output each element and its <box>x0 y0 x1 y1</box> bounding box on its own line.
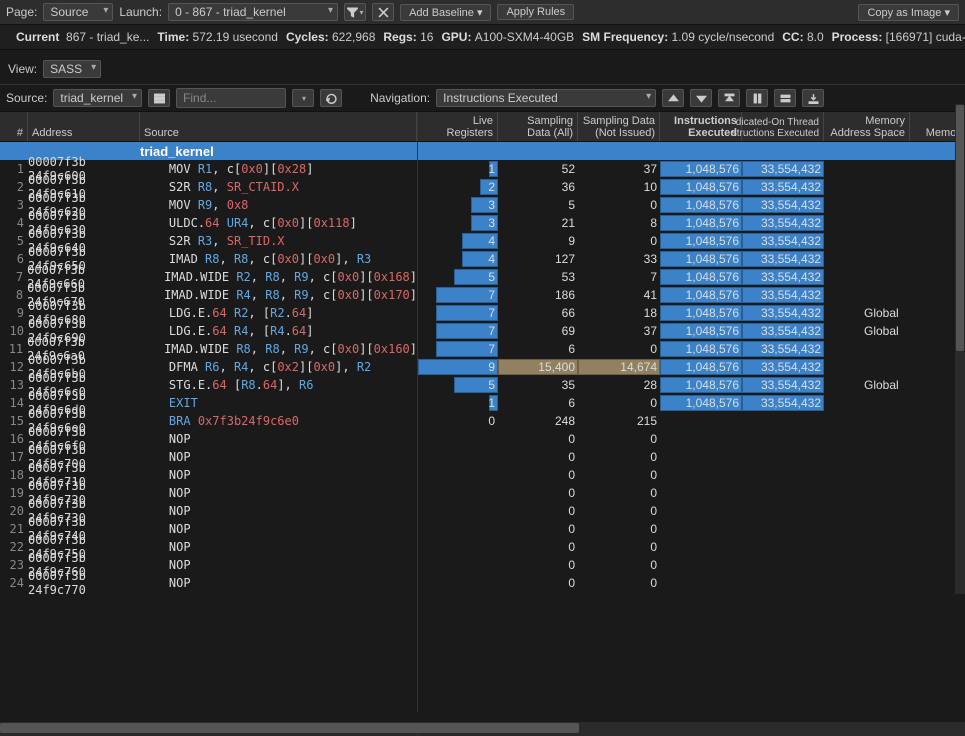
page-dropdown[interactable]: Source <box>43 3 113 21</box>
view-mode-icon[interactable] <box>148 89 170 107</box>
source-row[interactable]: 2400007f3b 24f9c770 NOP <box>0 574 417 592</box>
nav-top-icon[interactable] <box>718 89 740 107</box>
nav-up-icon[interactable] <box>662 89 684 107</box>
metric-row: 32181,048,57633,554,432 <box>418 214 965 232</box>
source-bar: Source: triad_kernel Find... Navigation:… <box>0 85 965 112</box>
metric-row: 00 <box>418 520 965 538</box>
apply-rules-button[interactable]: Apply Rules <box>497 4 574 20</box>
filter-icon[interactable] <box>344 3 366 21</box>
source-label: Source: <box>6 91 47 105</box>
metric-row: 3501,048,57633,554,432 <box>418 196 965 214</box>
nav-dropdown[interactable]: Instructions Executed <box>436 89 656 107</box>
metric-row: 152371,048,57633,554,432 <box>418 160 965 178</box>
nav-label: Navigation: <box>370 91 430 105</box>
nav-down-icon[interactable] <box>690 89 712 107</box>
metric-rows: 152371,048,57633,554,432236101,048,57633… <box>418 160 965 592</box>
source-pane: # Address Source triad_kernel 100007f3b … <box>0 112 418 712</box>
source-dropdown[interactable]: triad_kernel <box>53 89 142 107</box>
metric-row: 00 <box>418 538 965 556</box>
col-pred[interactable]: dicated-On Thread structions Executed <box>742 112 824 141</box>
metric-row: 7186411,048,57633,554,432 <box>418 286 965 304</box>
clear-filter-icon[interactable] <box>372 3 394 21</box>
metric-row: 1601,048,57633,554,432 <box>418 394 965 412</box>
col-live[interactable]: Live Registers <box>418 112 498 141</box>
source-rows: 100007f3b 24f9c600 MOV R1, c[0x0][0x28]2… <box>0 160 417 592</box>
metric-row: 00 <box>418 448 965 466</box>
metric-row: 236101,048,57633,554,432 <box>418 178 965 196</box>
nav-opt2-icon[interactable] <box>774 89 796 107</box>
metric-row: 0248215 <box>418 412 965 430</box>
find-options-icon[interactable] <box>292 89 314 107</box>
metric-row: 00 <box>418 484 965 502</box>
find-sync-icon[interactable] <box>320 89 342 107</box>
col-source[interactable]: Source <box>140 112 417 141</box>
metric-row: 55371,048,57633,554,432 <box>418 268 965 286</box>
hscroll-right[interactable]: ◂▸ <box>418 722 965 736</box>
copy-as-image-button[interactable]: Copy as Image ▾ <box>858 4 959 21</box>
col-num[interactable]: # <box>0 112 28 141</box>
view-dropdown[interactable]: SASS <box>43 60 101 78</box>
metric-row: 4901,048,57633,554,432 <box>418 232 965 250</box>
view-bar: View: SASS <box>0 50 965 85</box>
col-inst-exec[interactable]: Instructions Executed <box>660 112 742 141</box>
col-samp-ni[interactable]: Sampling Data (Not Issued) <box>578 112 660 141</box>
find-input[interactable]: Find... <box>176 88 286 108</box>
metrics-pane: Live Registers Sampling Data (All) Sampl… <box>418 112 965 712</box>
metric-row: 7601,048,57633,554,432 <box>418 340 965 358</box>
metric-row: 766181,048,57633,554,432Global <box>418 304 965 322</box>
nav-opt1-icon[interactable] <box>746 89 768 107</box>
metric-row: 4127331,048,57633,554,432 <box>418 250 965 268</box>
launch-dropdown[interactable]: 0 - 867 - triad_kernel <box>168 3 338 21</box>
col-address[interactable]: Address <box>28 112 140 141</box>
col-samp-all[interactable]: Sampling Data (All) <box>498 112 578 141</box>
metric-row: 00 <box>418 574 965 592</box>
metric-row: 535281,048,57633,554,432Global <box>418 376 965 394</box>
info-bar: Current 867 - triad_ke... Time: 572.19 u… <box>0 25 965 50</box>
view-label: View: <box>8 62 37 76</box>
page-label: Page: <box>6 5 37 19</box>
metric-row: 00 <box>418 502 965 520</box>
metric-row: 00 <box>418 556 965 574</box>
add-baseline-button[interactable]: Add Baseline ▾ <box>400 4 491 21</box>
metrics-header-row: Live Registers Sampling Data (All) Sampl… <box>418 112 965 142</box>
current-label: Current <box>16 30 59 44</box>
nav-export-icon[interactable] <box>802 89 824 107</box>
metric-row: 769371,048,57633,554,432Global <box>418 322 965 340</box>
main-split: # Address Source triad_kernel 100007f3b … <box>0 112 965 712</box>
kernel-row-metrics <box>418 142 965 160</box>
metric-row: 915,40014,6741,048,57633,554,432 <box>418 358 965 376</box>
metric-row: 00 <box>418 466 965 484</box>
top-toolbar: Page: Source Launch: 0 - 867 - triad_ker… <box>0 0 965 25</box>
metric-row: 00 <box>418 430 965 448</box>
source-header-row: # Address Source <box>0 112 417 142</box>
launch-label: Launch: <box>119 5 162 19</box>
vertical-scrollbar[interactable] <box>955 104 965 594</box>
col-mem[interactable]: Memory Address Space <box>824 112 910 141</box>
